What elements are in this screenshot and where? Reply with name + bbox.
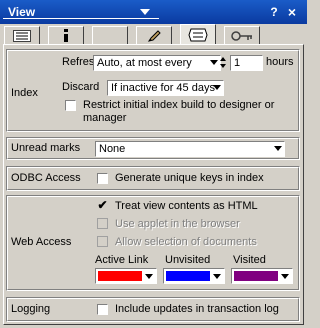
applet-label: Use applet in the browser	[115, 218, 240, 230]
restrict-checkbox[interactable]	[65, 100, 76, 111]
odbc-label: ODBC Access	[11, 172, 81, 184]
chevron-down-icon	[281, 274, 289, 279]
hours-value: 1	[234, 57, 241, 69]
hours-input[interactable]: 1	[230, 55, 263, 71]
chevron-down-icon	[274, 146, 282, 151]
sheet-icon	[188, 28, 208, 41]
visited-color-picker[interactable]	[231, 268, 293, 284]
title-underline	[3, 18, 159, 19]
include-updates-label: Include updates in transaction log	[115, 303, 279, 315]
tab-pen[interactable]	[136, 26, 172, 44]
active-link-swatch	[98, 271, 142, 281]
discard-select[interactable]: If inactive for 45 days	[107, 80, 224, 96]
refresh-value: Auto, at most every	[97, 57, 192, 69]
unvisited-color-picker[interactable]	[163, 268, 225, 284]
discard-label: Discard	[62, 81, 100, 93]
unread-value: None	[99, 143, 126, 155]
tab-info[interactable]	[48, 26, 84, 44]
tab-sheet[interactable]	[180, 24, 216, 44]
tab-list[interactable]	[4, 26, 40, 44]
active-link-color-picker[interactable]	[95, 268, 157, 284]
list-icon	[13, 29, 31, 42]
info-icon	[64, 29, 68, 42]
tab-strip	[4, 24, 300, 44]
title-bar: View ? ×	[0, 0, 307, 24]
window-title[interactable]: View	[8, 5, 35, 19]
odbc-section: ODBC Access Generate unique keys in inde…	[6, 166, 300, 191]
tab-blank[interactable]	[92, 26, 128, 44]
discard-value: If inactive for 45 days	[111, 82, 215, 94]
web-section: Web Access ✔ Treat view contents as HTML…	[6, 195, 300, 291]
chevron-down-icon	[210, 60, 218, 65]
logging-section: Logging Include updates in transaction l…	[6, 297, 300, 322]
refresh-select[interactable]: Auto, at most every	[93, 55, 221, 71]
spin-up-icon[interactable]	[220, 57, 226, 61]
close-button[interactable]: ×	[284, 4, 300, 20]
unread-section: Unread marks None	[6, 137, 300, 160]
web-label: Web Access	[11, 236, 72, 248]
allow-selection-checkbox[interactable]	[97, 236, 108, 247]
treat-html-label: Treat view contents as HTML	[115, 200, 258, 212]
hours-label: hours	[266, 56, 294, 68]
generate-keys-label: Generate unique keys in index	[115, 172, 264, 184]
applet-checkbox[interactable]	[97, 218, 108, 229]
chevron-down-icon[interactable]	[140, 9, 150, 15]
visited-label: Visited	[233, 254, 266, 266]
treat-html-checkbox[interactable]: ✔	[97, 199, 108, 211]
index-label: Index	[11, 87, 38, 99]
hours-spinner[interactable]	[219, 55, 228, 71]
active-link-label: Active Link	[95, 254, 149, 266]
restrict-label-line2: manager	[83, 112, 127, 124]
index-section: Index Refresh Auto, at most every 1 hour…	[6, 49, 300, 132]
unvisited-label: Unvisited	[165, 254, 211, 266]
unread-select[interactable]: None	[95, 141, 285, 157]
pen-icon	[147, 29, 161, 42]
restrict-label: Restrict initial index build to designer…	[83, 99, 275, 111]
tab-key[interactable]	[224, 26, 260, 44]
spin-down-icon[interactable]	[220, 64, 226, 68]
logging-label: Logging	[11, 303, 51, 315]
chevron-down-icon	[145, 274, 153, 279]
unread-label: Unread marks	[11, 142, 81, 154]
key-icon	[231, 30, 252, 41]
help-button[interactable]: ?	[266, 4, 282, 20]
include-updates-checkbox[interactable]	[97, 304, 108, 315]
generate-keys-checkbox[interactable]	[97, 173, 108, 184]
chevron-down-icon	[213, 85, 221, 90]
unvisited-swatch	[166, 271, 210, 281]
allow-selection-label: Allow selection of documents	[115, 236, 257, 248]
chevron-down-icon	[213, 274, 221, 279]
visited-swatch	[234, 271, 278, 281]
